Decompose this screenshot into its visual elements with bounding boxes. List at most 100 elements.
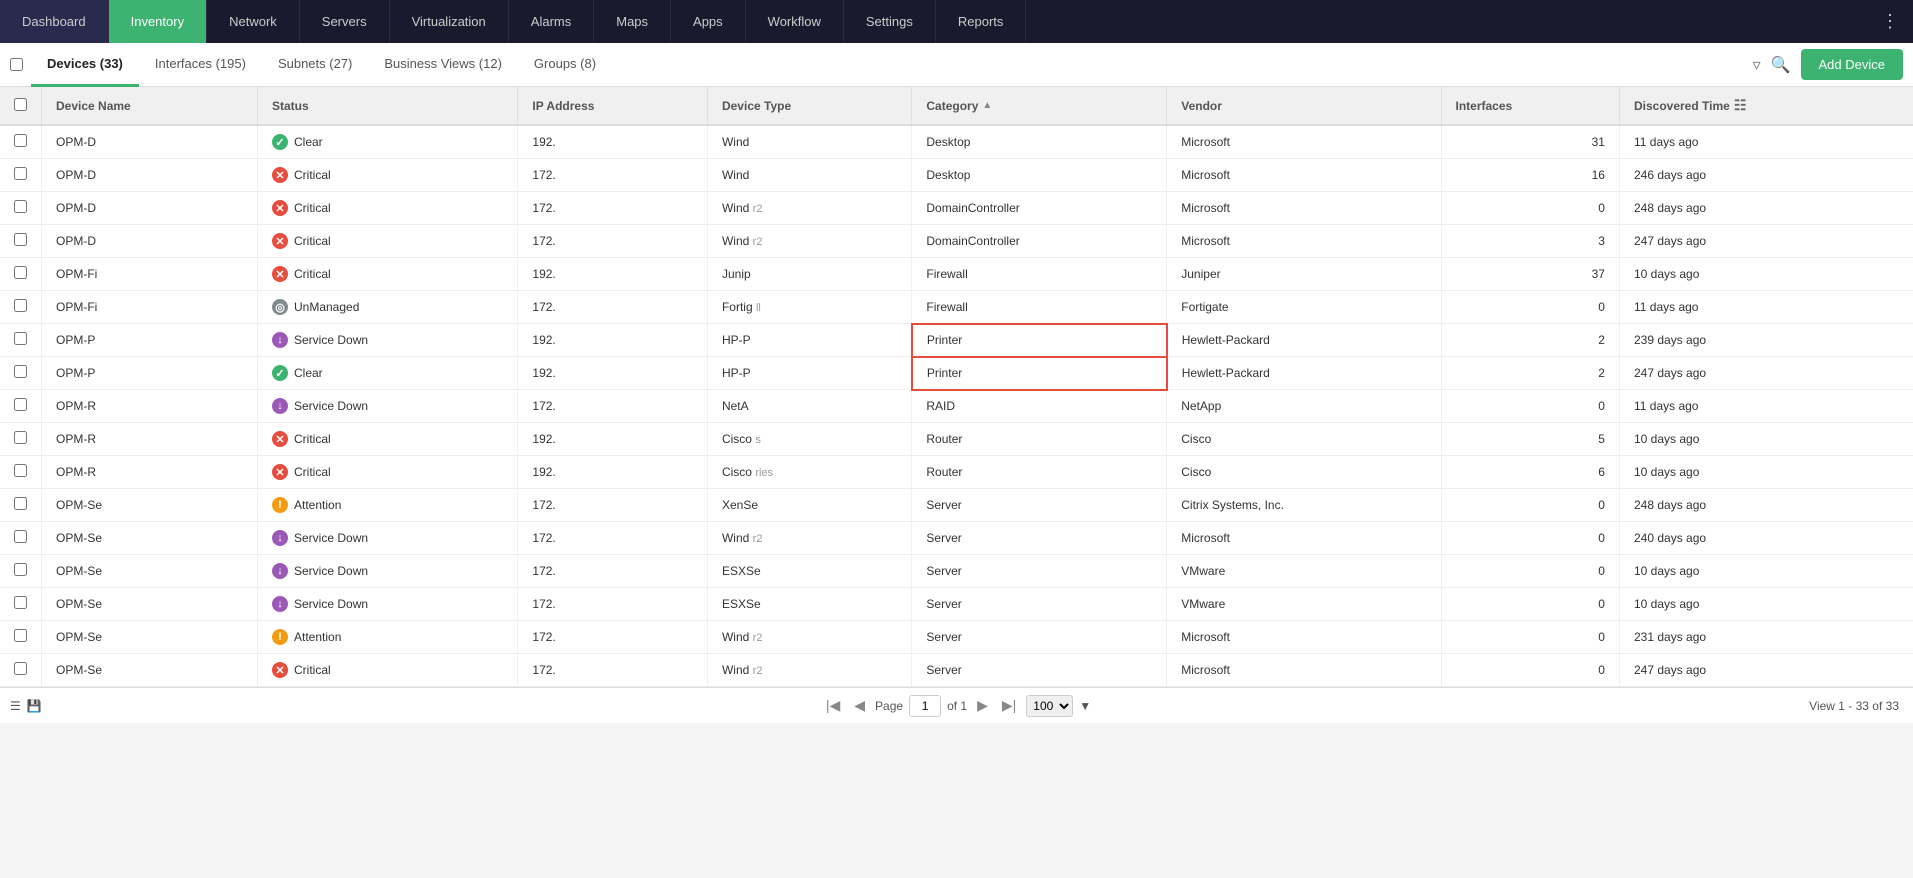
row-checkbox[interactable]	[14, 431, 27, 444]
status-label: Service Down	[294, 333, 368, 347]
row-checkbox[interactable]	[14, 233, 27, 246]
row-ip-address: 172.	[518, 621, 708, 654]
nav-servers[interactable]: Servers	[300, 0, 390, 43]
row-checkbox[interactable]	[14, 266, 27, 279]
row-status: ↓ Service Down	[258, 555, 518, 588]
row-vendor: Microsoft	[1167, 654, 1441, 687]
row-discovered-time: 231 days ago	[1619, 621, 1913, 654]
select-all-checkbox[interactable]	[10, 58, 23, 71]
footer-icon-2[interactable]: 💾	[27, 699, 42, 713]
row-status: ✕ Critical	[258, 159, 518, 192]
row-interfaces: 2	[1441, 357, 1619, 390]
tab-business-views[interactable]: Business Views (12)	[368, 43, 518, 87]
table-row: OPM-Se ! Attention 172. Wind r2 Server M…	[0, 621, 1913, 654]
row-checkbox[interactable]	[14, 365, 27, 378]
tab-interfaces[interactable]: Interfaces (195)	[139, 43, 262, 87]
row-interfaces: 0	[1441, 522, 1619, 555]
table-row: OPM-P ↓ Service Down 192. HP-P Printer H…	[0, 324, 1913, 357]
column-settings-icon[interactable]: ☷	[1734, 97, 1747, 114]
row-interfaces: 31	[1441, 125, 1619, 159]
row-checkbox-cell	[0, 522, 42, 555]
row-ip-address: 192.	[518, 125, 708, 159]
nav-network[interactable]: Network	[207, 0, 300, 43]
row-vendor: Microsoft	[1167, 192, 1441, 225]
row-status: ↓ Service Down	[258, 324, 518, 357]
row-checkbox[interactable]	[14, 497, 27, 510]
nav-virtualization[interactable]: Virtualization	[390, 0, 509, 43]
row-checkbox-cell	[0, 555, 42, 588]
table-row: OPM-Se ✕ Critical 172. Wind r2 Server Mi…	[0, 654, 1913, 687]
row-checkbox[interactable]	[14, 200, 27, 213]
row-checkbox[interactable]	[14, 398, 27, 411]
row-discovered-time: 248 days ago	[1619, 489, 1913, 522]
status-label: Critical	[294, 201, 331, 215]
row-checkbox[interactable]	[14, 629, 27, 642]
row-device-type: Wind	[707, 159, 911, 192]
row-vendor: Cisco	[1167, 423, 1441, 456]
row-device-name: OPM-Se	[42, 489, 258, 522]
row-ip-address: 172.	[518, 555, 708, 588]
filter-icon[interactable]: ▿	[1753, 55, 1761, 75]
status-icon-servicedown: ↓	[272, 596, 288, 612]
next-page-button[interactable]: ▶	[973, 695, 992, 716]
row-checkbox[interactable]	[14, 530, 27, 543]
row-checkbox[interactable]	[14, 134, 27, 147]
rows-dropdown-icon: ▼	[1079, 699, 1091, 713]
row-device-name: OPM-D	[42, 225, 258, 258]
row-ip-address: 192.	[518, 456, 708, 489]
of-label: of 1	[947, 699, 967, 713]
nav-alarms[interactable]: Alarms	[509, 0, 594, 43]
row-checkbox-cell	[0, 324, 42, 357]
row-vendor: Microsoft	[1167, 125, 1441, 159]
tab-groups[interactable]: Groups (8)	[518, 43, 612, 87]
nav-maps[interactable]: Maps	[594, 0, 671, 43]
row-device-type: Fortig ll	[707, 291, 911, 324]
nav-workflow[interactable]: Workflow	[746, 0, 844, 43]
header-select-all[interactable]	[14, 98, 27, 111]
page-input[interactable]	[909, 695, 941, 717]
table-row: OPM-Se ↓ Service Down 172. Wind r2 Serve…	[0, 522, 1913, 555]
row-ip-address: 172.	[518, 390, 708, 423]
nav-apps[interactable]: Apps	[671, 0, 746, 43]
tab-subnets[interactable]: Subnets (27)	[262, 43, 368, 87]
row-device-type: ESXSe	[707, 555, 911, 588]
row-checkbox-cell	[0, 159, 42, 192]
footer-icon-1[interactable]: ☰	[10, 699, 21, 713]
category-sort-icon: ▲	[982, 100, 992, 111]
row-discovered-time: 246 days ago	[1619, 159, 1913, 192]
more-menu-icon[interactable]: ⋮	[1867, 0, 1913, 43]
row-ip-address: 172.	[518, 225, 708, 258]
row-device-name: OPM-Se	[42, 522, 258, 555]
row-category: Printer	[912, 357, 1167, 390]
row-checkbox[interactable]	[14, 596, 27, 609]
header-vendor: Vendor	[1167, 87, 1441, 125]
nav-settings[interactable]: Settings	[844, 0, 936, 43]
first-page-button[interactable]: |◀	[822, 695, 844, 716]
nav-inventory[interactable]: Inventory	[109, 0, 207, 43]
sub-nav: Devices (33) Interfaces (195) Subnets (2…	[0, 43, 1913, 87]
row-checkbox[interactable]	[14, 299, 27, 312]
last-page-button[interactable]: ▶|	[998, 695, 1020, 716]
row-checkbox[interactable]	[14, 563, 27, 576]
rows-per-page-select[interactable]: 100 50 200	[1026, 695, 1073, 717]
row-checkbox[interactable]	[14, 662, 27, 675]
row-status: ! Attention	[258, 621, 518, 654]
row-checkbox[interactable]	[14, 167, 27, 180]
nav-dashboard[interactable]: Dashboard	[0, 0, 109, 43]
row-checkbox[interactable]	[14, 332, 27, 345]
status-label: Service Down	[294, 597, 368, 611]
header-category[interactable]: Category ▲	[912, 87, 1167, 125]
prev-page-button[interactable]: ◀	[850, 695, 869, 716]
row-checkbox[interactable]	[14, 464, 27, 477]
tab-devices[interactable]: Devices (33)	[31, 43, 139, 87]
nav-reports[interactable]: Reports	[936, 0, 1027, 43]
row-category: Server	[912, 588, 1167, 621]
row-device-type: HP-P	[707, 324, 911, 357]
table-row: OPM-R ↓ Service Down 172. NetA RAID NetA…	[0, 390, 1913, 423]
status-icon-critical: ✕	[272, 266, 288, 282]
add-device-button[interactable]: Add Device	[1801, 49, 1903, 80]
search-icon[interactable]: 🔍	[1771, 55, 1791, 75]
row-vendor: NetApp	[1167, 390, 1441, 423]
row-device-type: HP-P	[707, 357, 911, 390]
status-icon-critical: ✕	[272, 464, 288, 480]
